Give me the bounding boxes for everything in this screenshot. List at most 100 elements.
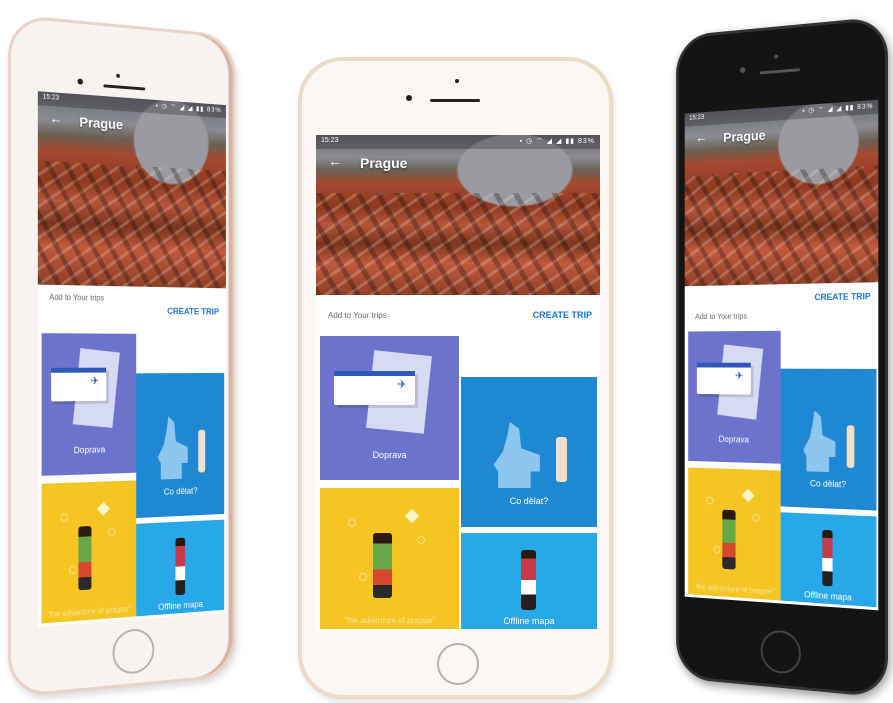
tile-adventure[interactable]: "the adventure of prague" [41,480,137,624]
proximity-sensor [774,54,778,59]
home-button-icon[interactable] [760,629,801,676]
city-hero-photo: 15:23 ▪ ◷ ⌔ ◢ ◢ ▮▮ 83% ← Prague [37,91,226,289]
tile-label: Offline mapa [503,616,555,626]
status-icons: ▪ ◷ ⌔ ◢ ◢ ▮▮ 83% [802,103,874,115]
star-dot [752,513,760,522]
arrow-left-icon[interactable]: ← [328,153,342,169]
phone-black: 15:23 ▪ ◷ ⌔ ◢ ◢ ▮▮ 83% ← Prague Add to Y… [676,16,888,698]
star-dot [358,572,367,581]
tile-label: Offline mapa [158,599,203,612]
trip-bar: Add to Your trips CREATE TRIP [316,295,600,332]
hiker-illustration [175,537,186,596]
tile-things-to-do[interactable]: Co dělat? [460,377,598,527]
tile-label: Doprava [73,444,106,456]
page-title: Prague [360,155,408,171]
airplane-icon: ✈ [90,375,100,387]
home-button-icon[interactable] [112,627,155,676]
page-title: Prague [723,127,766,146]
airplane-icon: ✈ [397,378,407,391]
tile-adventure[interactable]: "the adventure of prague" [320,488,460,629]
front-camera [406,95,412,101]
ticket-illustration: ✈ [697,362,751,395]
phone-gold: 15:23 ▪ ◷ ⌔ ◢ ◢ ▮▮ 83% ← Prague Add to Y… [299,58,612,698]
proximity-sensor [455,79,459,83]
trip-bar: Add to Your trips CREATE TRIP [37,284,226,331]
earpiece-speaker [430,99,480,102]
arrow-left-icon[interactable]: ← [695,129,707,145]
earpiece-speaker [759,68,800,75]
trip-bar: Add to Your trips CREATE TRIP [684,282,879,328]
add-to-trips-label: Add to Your trips [49,292,105,303]
tile-label: Co dělat? [809,478,847,490]
front-camera [77,78,84,85]
app-screen: 15:23 ▪ ◷ ⌔ ◢ ◢ ▮▮ 83% ← Prague Add to Y… [37,91,226,627]
create-trip-button[interactable]: CREATE TRIP [167,306,219,316]
tourist-illustration [198,429,206,473]
status-icons: ▪ ◷ ⌔ ◢ ◢ ▮▮ 83% [155,102,222,115]
hiker-illustration [822,530,833,587]
earpiece-speaker [103,84,146,91]
page-title: Prague [79,113,124,133]
arrow-left-icon[interactable]: ← [49,110,62,127]
tile-label: "the adventure of prague" [46,604,132,620]
sparkle-icon [97,501,111,516]
star-dot [68,565,77,574]
tile-offline-maps[interactable]: Offline mapa [780,512,877,608]
girl-illustration [372,533,393,598]
app-bar: ← Prague [316,151,600,177]
hiker-illustration [520,550,536,610]
tile-label: "the adventure of prague" [344,616,435,625]
ticket-illustration: ✈ [333,370,415,406]
front-camera [740,66,746,74]
tile-transport[interactable]: ✈ Doprava [41,333,137,476]
airplane-icon: ✈ [735,370,744,382]
add-to-trips-label: Add to Your trips [328,311,387,320]
rooftops [316,192,600,295]
tile-label: "the adventure of prague" [693,582,775,597]
create-trip-button[interactable]: CREATE TRIP [533,310,592,320]
tile-grid: ✈ Doprava Co dělat? "the adventure of pr… [316,332,600,632]
status-time: 15:23 [321,137,339,144]
statue-illustration [493,422,540,488]
sparkle-icon [405,508,420,523]
tile-label: Co dělat? [509,496,549,506]
phone-rose-gold: 15:23 ▪ ◷ ⌔ ◢ ◢ ▮▮ 83% ← Prague Add to Y… [8,14,236,698]
tile-label: Offline mapa [804,589,852,603]
star-dot [60,513,69,522]
status-time: 15:23 [689,114,705,122]
tile-transport[interactable]: ✈ Doprava [688,330,781,464]
girl-illustration [78,526,92,591]
star-dot [713,544,721,554]
tile-things-to-do[interactable]: Co dělat? [136,372,225,519]
star-dot [706,496,714,505]
app-screen: 15:23 ▪ ◷ ⌔ ◢ ◢ ▮▮ 83% ← Prague Add to Y… [684,99,879,611]
tile-offline-maps[interactable]: Offline mapa [460,533,598,629]
home-button-icon[interactable] [437,643,479,685]
create-trip-button[interactable]: CREATE TRIP [814,291,870,302]
star-dot [108,527,116,536]
tourist-illustration [847,424,855,468]
rooftops [684,165,879,287]
tile-label: Co dělat? [163,485,198,497]
status-bar: 15:23 ▪ ◷ ⌔ ◢ ◢ ▮▮ 83% [316,135,600,149]
rooftops [37,160,226,289]
girl-illustration [722,509,736,570]
tile-transport[interactable]: ✈ Doprava [320,336,460,480]
statue-illustration [158,416,188,480]
star-dot [417,535,426,544]
app-screen: 15:23 ▪ ◷ ⌔ ◢ ◢ ▮▮ 83% ← Prague Add to Y… [316,135,600,632]
status-time: 15:23 [42,93,60,102]
tile-offline-maps[interactable]: Offline mapa [136,519,225,617]
sparkle-icon [741,488,755,502]
add-to-trips-label: Add to Your trips [695,311,747,322]
tile-things-to-do[interactable]: Co dělat? [780,368,877,511]
star-dot [347,519,356,528]
status-icons: ▪ ◷ ⌔ ◢ ◢ ▮▮ 83% [519,138,595,145]
tile-label: Doprava [718,433,749,445]
proximity-sensor [116,73,120,78]
city-hero-photo: 15:23 ▪ ◷ ⌔ ◢ ◢ ▮▮ 83% ← Prague [684,99,879,287]
city-hero-photo: 15:23 ▪ ◷ ⌔ ◢ ◢ ▮▮ 83% ← Prague [316,135,600,295]
tile-grid: ✈ Doprava Co dělat? "the adventure of pr… [684,326,879,611]
tile-adventure[interactable]: "the adventure of prague" [688,467,781,601]
tile-grid: ✈ Doprava Co dělat? "the adventure of pr… [37,329,226,627]
